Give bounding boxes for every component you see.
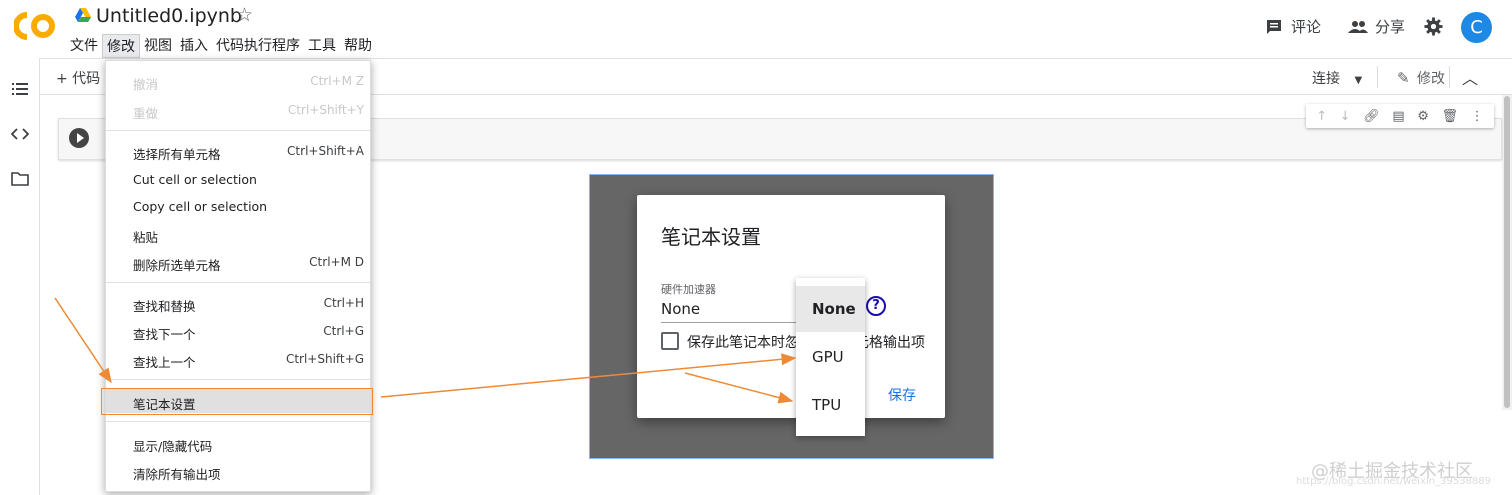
menu-item-shortcut: Ctrl+G xyxy=(323,324,364,338)
option-none[interactable]: None xyxy=(796,286,865,332)
drive-icon xyxy=(75,8,91,22)
dialog-title: 笔记本设置 xyxy=(661,225,761,249)
notebook-settings-dialog: 笔记本设置 硬件加速器 None ? 保存此笔记本时忽略代码单元格输出项 保存 xyxy=(637,195,945,418)
link-icon[interactable]: 🔗︎ xyxy=(1363,109,1380,124)
menu-item-shortcut: Ctrl+Shift+G xyxy=(285,352,364,366)
menu-item-label: 重做 xyxy=(133,106,159,121)
edit-mode-button[interactable]: ✎ 修改 xyxy=(1397,68,1445,88)
menu-item-paste[interactable]: 粘贴 xyxy=(106,222,370,246)
menu-item-shortcut: Ctrl+M Z xyxy=(310,74,364,88)
menu-tools[interactable]: 工具 xyxy=(304,34,340,58)
menu-item-shortcut: Ctrl+Shift+A xyxy=(287,144,364,158)
menu-item-shortcut: Ctrl+H xyxy=(323,296,364,310)
menu-view[interactable]: 视图 xyxy=(140,34,176,58)
people-icon xyxy=(1348,20,1368,33)
add-code-button[interactable]: + 代码 xyxy=(56,68,100,88)
menu-item-label: 查找下一个 xyxy=(133,327,196,342)
select-underline xyxy=(661,322,801,323)
menu-item-label: 显示/隐藏代码 xyxy=(133,439,213,454)
menu-runtime[interactable]: 代码执行程序 xyxy=(212,34,304,58)
menu-file[interactable]: 文件 xyxy=(66,34,102,58)
gear-icon[interactable] xyxy=(1424,17,1443,36)
share-label: 分享 xyxy=(1375,18,1406,36)
connect-button[interactable]: 连接 ▼ xyxy=(1312,68,1362,88)
code-snippets-icon[interactable] xyxy=(11,125,29,143)
edit-label: 修改 xyxy=(1417,71,1446,87)
menu-insert[interactable]: 插入 xyxy=(176,34,212,58)
hardware-accelerator-label: 硬件加速器 xyxy=(661,283,716,296)
save-button[interactable]: 保存 xyxy=(888,385,916,405)
move-up-icon[interactable]: ↑ xyxy=(1316,109,1327,124)
menu-edit[interactable]: 修改 xyxy=(102,34,140,58)
menu-item-shortcut: Ctrl+Shift+Y xyxy=(287,103,364,117)
menu-divider xyxy=(106,282,370,283)
menu-item-find-next[interactable]: 查找下一个 Ctrl+G xyxy=(106,319,370,343)
cell-settings-icon[interactable]: ⚙ xyxy=(1417,109,1429,124)
comment-label: 评论 xyxy=(1291,18,1322,36)
option-label: GPU xyxy=(812,348,844,366)
comment-cell-icon[interactable]: ▤ xyxy=(1392,109,1404,124)
option-label: None xyxy=(812,300,856,318)
menu-item-delete-cells[interactable]: 删除所选单元格 Ctrl+M D xyxy=(106,250,370,274)
annotation-highlight-box xyxy=(101,388,373,415)
omit-output-checkbox[interactable] xyxy=(661,332,679,350)
menu-help[interactable]: 帮助 xyxy=(340,34,376,58)
toolbar-divider xyxy=(1377,66,1378,88)
watermark-url: https://blog.csdn.net/weixin_39538889 xyxy=(1296,476,1492,487)
menu-item-label: Cut cell or selection xyxy=(133,172,257,187)
file-title[interactable]: Untitled0.ipynb xyxy=(96,5,242,27)
menu-item-copy[interactable]: Copy cell or selection xyxy=(106,194,370,218)
menu-divider xyxy=(106,421,370,422)
menu-item-cut[interactable]: Cut cell or selection xyxy=(106,167,370,191)
help-icon[interactable]: ? xyxy=(866,296,886,316)
menu-divider xyxy=(106,130,370,131)
menu-item-label: 选择所有单元格 xyxy=(133,147,221,162)
table-of-contents-icon[interactable] xyxy=(11,80,29,98)
run-cell-button[interactable] xyxy=(69,128,89,148)
menu-item-find-replace[interactable]: 查找和替换 Ctrl+H xyxy=(106,291,370,315)
colab-logo[interactable] xyxy=(14,9,56,43)
menu-item-label: Copy cell or selection xyxy=(133,199,268,214)
menu-item-undo: 撤消 Ctrl+M Z xyxy=(106,69,370,93)
menu-item-label: 粘贴 xyxy=(133,230,159,245)
star-icon[interactable]: ☆ xyxy=(236,4,253,26)
menu-divider xyxy=(106,379,370,380)
option-label: TPU xyxy=(812,396,842,414)
scrollbar-thumb[interactable] xyxy=(1504,96,1510,408)
toolbar-divider xyxy=(1449,66,1450,88)
menu-item-find-previous[interactable]: 查找上一个 Ctrl+Shift+G xyxy=(106,347,370,371)
comment-icon xyxy=(1267,19,1281,34)
menubar: 文件 修改 视图 插入 代码执行程序 工具 帮助 xyxy=(66,34,376,58)
hardware-accelerator-options: None GPU TPU xyxy=(796,278,865,436)
menu-item-redo: 重做 Ctrl+Shift+Y xyxy=(106,98,370,122)
dropdown-arrow-icon: ▼ xyxy=(1354,75,1363,86)
comment-button[interactable]: 评论 xyxy=(1265,16,1321,37)
menu-item-select-all[interactable]: 选择所有单元格 Ctrl+Shift+A xyxy=(106,139,370,163)
edit-menu-dropdown: 撤消 Ctrl+M Z 重做 Ctrl+Shift+Y 选择所有单元格 Ctrl… xyxy=(105,60,371,492)
move-down-icon[interactable]: ↓ xyxy=(1340,109,1351,124)
top-bar: Untitled0.ipynb ☆ 文件 修改 视图 插入 代码执行程序 工具 … xyxy=(0,0,1512,58)
more-vert-icon[interactable]: ⋮ xyxy=(1471,109,1484,124)
menu-item-label: 查找和替换 xyxy=(133,299,196,314)
chevron-up-icon[interactable]: ︿ xyxy=(1462,65,1478,89)
menu-item-label: 清除所有输出项 xyxy=(133,467,221,482)
share-button[interactable]: 分享 xyxy=(1348,16,1405,37)
folder-icon[interactable] xyxy=(11,170,29,188)
left-sidebar xyxy=(0,58,40,495)
cell-toolbar: ↑ ↓ 🔗︎ ▤ ⚙ 🗑︎ ⋮ xyxy=(1306,104,1494,128)
avatar[interactable]: C xyxy=(1461,12,1492,43)
menu-item-label: 删除所选单元格 xyxy=(133,258,221,273)
delete-icon[interactable]: 🗑︎ xyxy=(1442,109,1459,124)
option-tpu[interactable]: TPU xyxy=(796,382,865,428)
menu-item-clear-outputs[interactable]: 清除所有输出项 xyxy=(106,459,370,483)
connect-label: 连接 xyxy=(1312,71,1340,87)
hardware-accelerator-select[interactable]: None xyxy=(661,300,700,318)
menu-item-shortcut: Ctrl+M D xyxy=(309,255,364,269)
option-gpu[interactable]: GPU xyxy=(796,334,865,380)
menu-item-label: 撤消 xyxy=(133,77,159,92)
menu-item-toggle-code[interactable]: 显示/隐藏代码 xyxy=(106,431,370,455)
pencil-icon: ✎ xyxy=(1397,69,1410,87)
menu-item-label: 查找上一个 xyxy=(133,355,196,370)
